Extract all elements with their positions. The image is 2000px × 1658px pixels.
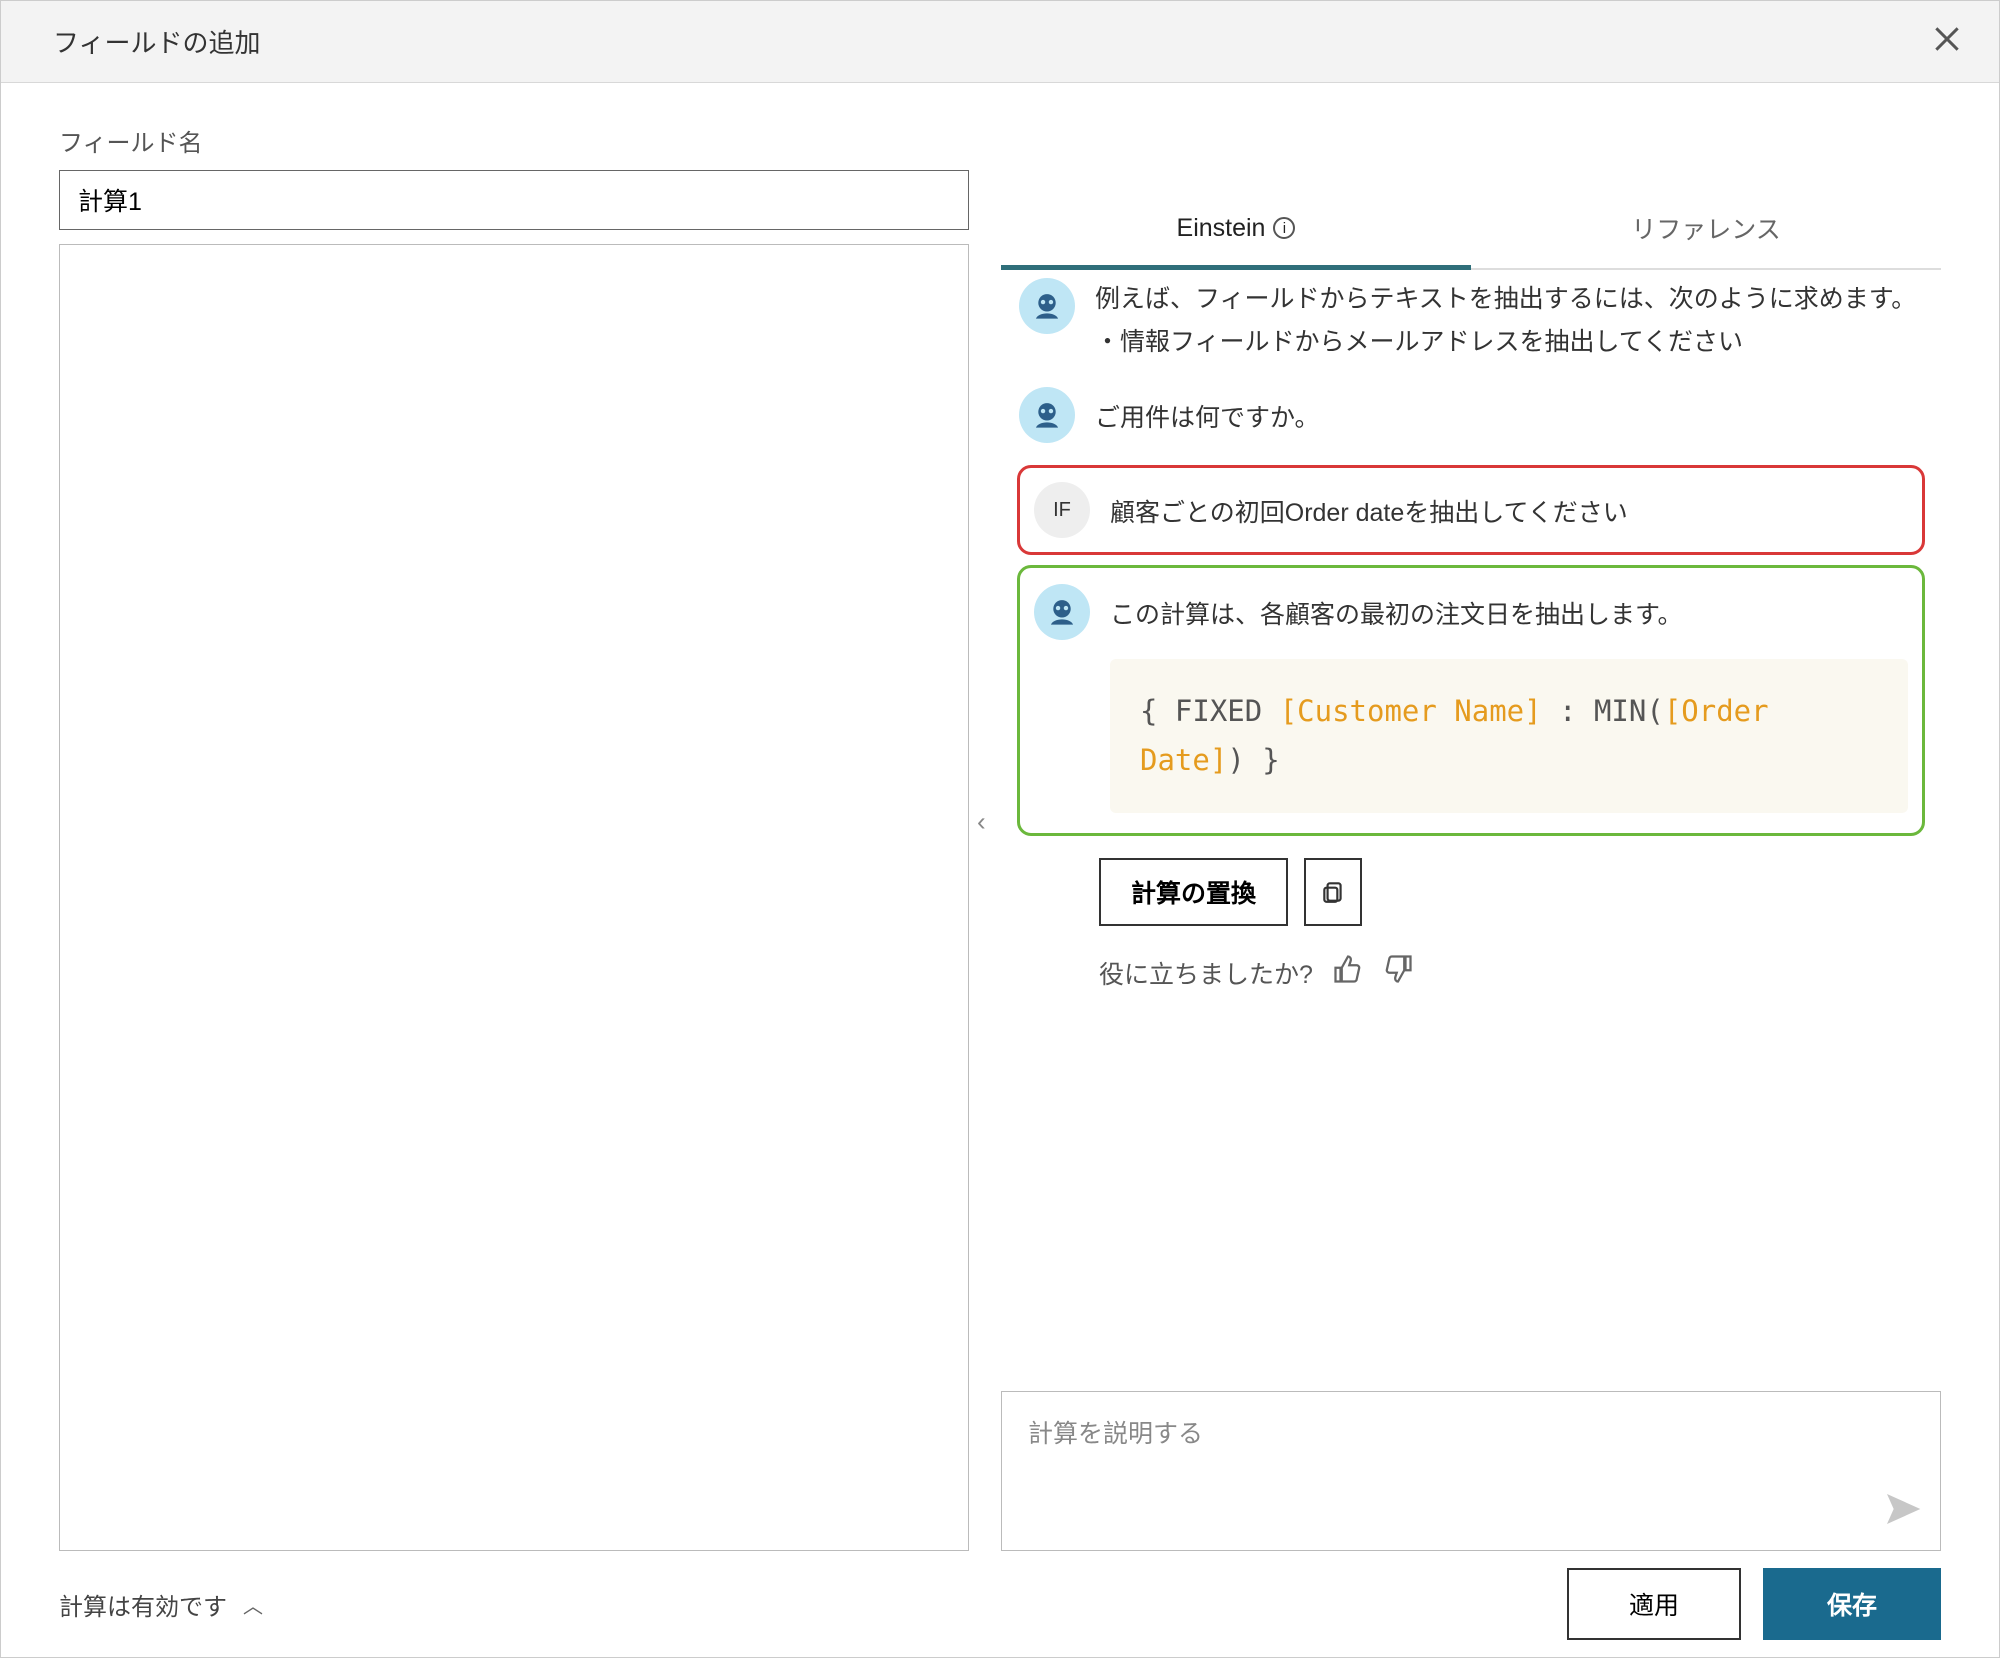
ai-response-body: この計算は、各顧客の最初の注文日を抽出します。 { FIXED [Custome… (1110, 584, 1908, 813)
formula-code: { FIXED [Customer Name] : MIN([Order Dat… (1110, 659, 1908, 814)
ai-actions: 計算の置換 (1099, 858, 1931, 926)
left-column (59, 170, 969, 1551)
feedback-label: 役に立ちましたか? (1099, 955, 1313, 991)
tab-reference[interactable]: リファレンス (1471, 190, 1941, 268)
dialog-footer: 計算は有効です ︿ 適用 保存 (1, 1551, 1999, 1657)
columns: Einstein i リファレンス ‹ (59, 170, 1941, 1551)
right-column: Einstein i リファレンス ‹ (1001, 170, 1941, 1551)
chat-scroll[interactable]: 例えば、フィールドからテキストを抽出するには、次のように求めます。 ・情報フィー… (1001, 270, 1941, 1373)
tab-einstein[interactable]: Einstein i (1001, 190, 1471, 268)
send-icon (1882, 1489, 1922, 1529)
einstein-bot-icon (1028, 396, 1066, 434)
validation-status[interactable]: 計算は有効です ︿ (59, 1587, 263, 1622)
add-field-dialog: フィールドの追加 フィールド名 Einstein i リファレンス (0, 0, 2000, 1658)
send-button[interactable] (1882, 1489, 1922, 1536)
avatar-bot (1019, 387, 1075, 443)
thumbs-up-button[interactable] (1333, 954, 1363, 991)
chat-message: 例えば、フィールドからテキストを抽出するには、次のように求めます。 ・情報フィー… (1011, 270, 1931, 375)
apply-button[interactable]: 適用 (1567, 1568, 1741, 1640)
status-text: 計算は有効です (59, 1587, 227, 1622)
chat-message: IF 顧客ごとの初回Order dateを抽出してください (1030, 482, 1912, 538)
footer-buttons: 適用 保存 (1567, 1568, 1941, 1640)
prompt-input[interactable]: 計算を説明する (1001, 1391, 1941, 1551)
user-message-highlight: 自分 IF 顧客ごとの初回Order dateを抽出してください (1017, 465, 1925, 555)
formula-editor[interactable] (59, 244, 969, 1551)
close-button[interactable] (1931, 23, 1963, 61)
feedback-row: 役に立ちましたか? (1099, 954, 1931, 991)
thumbs-up-icon (1333, 954, 1363, 984)
ai-message-highlight: AI この計算は、各顧客の最初の注文日を抽出します。 { FIXED [Cust… (1017, 565, 1925, 836)
prompt-placeholder: 計算を説明する (1028, 1420, 1203, 1448)
chat-text: 顧客ごとの初回Order dateを抽出してください (1110, 482, 1908, 535)
chat-wrap: ‹ 例えば、フィールドからテキストを抽出するには、次のように求めます。 ・情報フ… (1001, 270, 1941, 1373)
fieldname-input[interactable] (59, 170, 969, 230)
chat-text: 例えば、フィールドからテキストを抽出するには、次のように求めます。 ・情報フィー… (1095, 278, 1923, 363)
clipboard-icon (1320, 879, 1346, 905)
einstein-bot-icon (1043, 593, 1081, 631)
chevron-left-icon: ‹ (977, 806, 986, 836)
tab-einstein-label: Einstein (1177, 214, 1266, 243)
dialog-body: フィールド名 Einstein i リファレンス (1, 83, 1999, 1551)
chevron-up-icon: ︿ (243, 1590, 263, 1619)
avatar-user: IF (1034, 482, 1090, 538)
fieldname-label: フィールド名 (59, 123, 1941, 158)
chat-text: ご用件は何ですか。 (1095, 387, 1923, 440)
copy-button[interactable] (1304, 858, 1362, 926)
chat-message: この計算は、各顧客の最初の注文日を抽出します。 { FIXED [Custome… (1030, 584, 1912, 813)
thumbs-down-icon (1383, 954, 1413, 984)
chat-text: この計算は、各顧客の最初の注文日を抽出します。 (1110, 584, 1908, 637)
info-icon[interactable]: i (1273, 217, 1295, 239)
save-button[interactable]: 保存 (1763, 1568, 1941, 1640)
thumbs-down-button[interactable] (1383, 954, 1413, 991)
avatar-bot (1034, 584, 1090, 640)
avatar-bot (1019, 278, 1075, 334)
dialog-title: フィールドの追加 (53, 23, 260, 60)
close-icon (1931, 23, 1963, 55)
side-tabs: Einstein i リファレンス (1001, 190, 1941, 270)
dialog-header: フィールドの追加 (1, 1, 1999, 83)
collapse-handle[interactable]: ‹ (977, 806, 986, 837)
tab-reference-label: リファレンス (1631, 210, 1781, 246)
einstein-bot-icon (1028, 287, 1066, 325)
replace-calc-button[interactable]: 計算の置換 (1099, 858, 1288, 926)
chat-message: ご用件は何ですか。 (1011, 375, 1931, 455)
